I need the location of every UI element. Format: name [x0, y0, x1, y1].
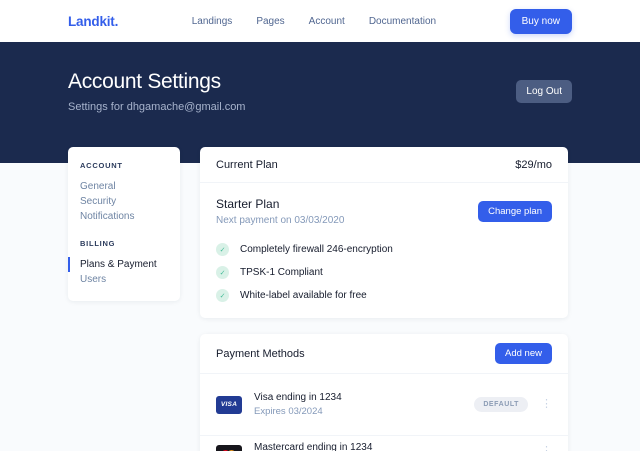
add-new-button[interactable]: Add new: [495, 343, 552, 364]
logout-button[interactable]: Log Out: [516, 80, 572, 103]
settings-main-column: Current Plan $29/mo Starter Plan Next pa…: [200, 147, 568, 451]
current-plan-title: Current Plan: [216, 159, 278, 171]
card-title: Mastercard ending in 1234: [254, 442, 372, 451]
settings-sidebar: ACCOUNT General Security Notifications B…: [68, 147, 180, 301]
nav-link-landings[interactable]: Landings: [192, 16, 233, 27]
main-content: ACCOUNT General Security Notifications B…: [0, 147, 640, 451]
nav-link-account[interactable]: Account: [309, 16, 345, 27]
nav-link-documentation[interactable]: Documentation: [369, 16, 436, 27]
check-icon: ✓: [216, 243, 229, 256]
page-title: Account Settings: [68, 70, 245, 94]
feature-label: TPSK-1 Compliant: [240, 267, 323, 278]
nav-link-pages[interactable]: Pages: [256, 16, 284, 27]
feature-label: Completely firewall 246-encryption: [240, 244, 393, 255]
sidebar-item-security[interactable]: Security: [68, 194, 180, 209]
feature-label: White-label available for free: [240, 290, 367, 301]
hero-text: Account Settings Settings for dhgamache@…: [68, 70, 245, 113]
payment-method-row-mastercard: Mastercard ending in 1234 ⋮: [200, 435, 568, 451]
hero: Account Settings Settings for dhgamache@…: [0, 42, 640, 163]
buy-now-button[interactable]: Buy now: [510, 9, 572, 34]
sidebar-item-plans-payment[interactable]: Plans & Payment: [68, 257, 180, 272]
mastercard-logo-icon: [216, 445, 242, 451]
plan-name: Starter Plan: [216, 197, 344, 211]
kebab-menu-icon[interactable]: ⋮: [541, 399, 552, 410]
sidebar-item-users[interactable]: Users: [68, 272, 180, 287]
card-title: Visa ending in 1234: [254, 392, 342, 403]
card-info: Visa ending in 1234 Expires 03/2024: [254, 392, 342, 417]
card-info: Mastercard ending in 1234: [254, 442, 372, 451]
payment-methods-card: Payment Methods Add new VISA Visa ending…: [200, 334, 568, 451]
sidebar-heading-billing: BILLING: [68, 239, 180, 248]
plan-feature-item: ✓ TPSK-1 Compliant: [216, 266, 552, 279]
sidebar-heading-account: ACCOUNT: [68, 161, 180, 170]
payment-method-row-visa: VISA Visa ending in 1234 Expires 03/2024…: [200, 374, 568, 435]
payment-methods-title: Payment Methods: [216, 348, 305, 360]
visa-logo-icon: VISA: [216, 396, 242, 414]
sidebar-item-general[interactable]: General: [68, 179, 180, 194]
plan-summary: Starter Plan Next payment on 03/03/2020: [216, 197, 344, 226]
plan-feature-item: ✓ White-label available for free: [216, 289, 552, 302]
navbar: Landkit. Landings Pages Account Document…: [0, 0, 640, 42]
nav-links: Landings Pages Account Documentation: [192, 16, 436, 27]
current-plan-body: Starter Plan Next payment on 03/03/2020 …: [200, 183, 568, 318]
payment-methods-header: Payment Methods Add new: [200, 334, 568, 374]
current-plan-price: $29/mo: [515, 159, 552, 171]
plan-feature-item: ✓ Completely firewall 246-encryption: [216, 243, 552, 256]
current-plan-header: Current Plan $29/mo: [200, 147, 568, 183]
check-icon: ✓: [216, 289, 229, 302]
plan-features-list: ✓ Completely firewall 246-encryption ✓ T…: [216, 243, 552, 302]
default-badge: DEFAULT: [474, 397, 528, 412]
logo[interactable]: Landkit.: [68, 14, 118, 29]
sidebar-item-notifications[interactable]: Notifications: [68, 209, 180, 224]
card-expiry: Expires 03/2024: [254, 406, 342, 417]
kebab-menu-icon[interactable]: ⋮: [541, 446, 552, 451]
plan-next-payment: Next payment on 03/03/2020: [216, 215, 344, 226]
change-plan-button[interactable]: Change plan: [478, 201, 552, 222]
check-icon: ✓: [216, 266, 229, 279]
current-plan-card: Current Plan $29/mo Starter Plan Next pa…: [200, 147, 568, 318]
page-subtitle: Settings for dhgamache@gmail.com: [68, 101, 245, 113]
